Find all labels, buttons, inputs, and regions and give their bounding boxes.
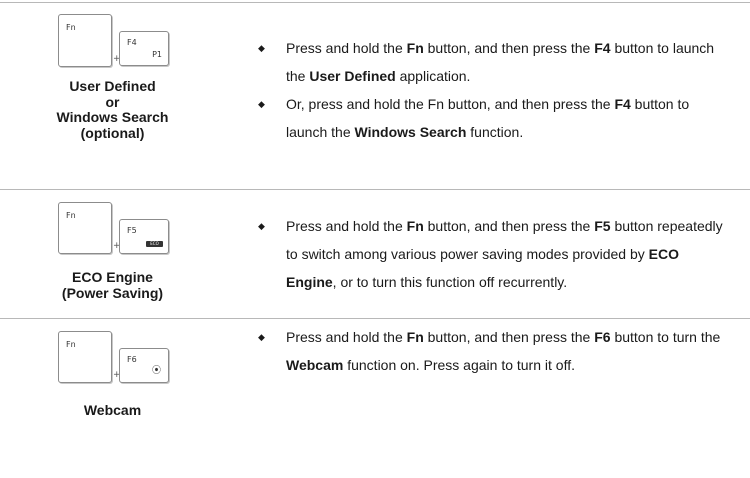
text-run: Or, press and hold the Fn button, and th… xyxy=(286,96,615,112)
eco-icon: ECO xyxy=(146,241,163,247)
f6-key-label: F6 xyxy=(127,355,137,364)
section-f5: Fn + F5 ECO ECO Engine (Power Saving) ◆ … xyxy=(0,202,750,314)
text-run: button, and then press the xyxy=(423,329,595,345)
bullet-item: ◆ Or, press and hold the Fn button, and … xyxy=(258,90,728,146)
caption-line: Windows Search xyxy=(56,109,169,125)
caption-f6: Webcam xyxy=(0,402,225,419)
bullet-text: Press and hold the Fn button, and then p… xyxy=(286,40,714,84)
section-divider xyxy=(0,318,750,319)
bold-text: Fn xyxy=(406,329,424,345)
text-run: button, and then press the xyxy=(423,218,595,234)
bullet-item: ◆ Press and hold the Fn button, and then… xyxy=(258,34,728,90)
bold-text: Windows Search xyxy=(354,124,467,140)
text-run: function on. Press again to turn it off. xyxy=(343,357,575,373)
section-divider xyxy=(0,189,750,190)
text-run: Press and hold the xyxy=(286,329,407,345)
section-f4: Fn + F4 P1 User Defined or Windows Searc… xyxy=(0,14,750,184)
caption-line: (optional) xyxy=(80,124,145,141)
fn-key: Fn xyxy=(58,331,112,383)
fn-key: Fn xyxy=(58,14,112,67)
bold-text: F4 xyxy=(594,40,611,56)
bullet-icon: ◆ xyxy=(258,332,265,342)
caption-line: (Power Saving) xyxy=(61,284,164,301)
caption-line: ECO Engine xyxy=(72,269,153,285)
caption-f4: User Defined or Windows Search (optional… xyxy=(0,78,225,141)
description-f5: ◆ Press and hold the Fn button, and then… xyxy=(258,212,728,296)
bold-text: Fn xyxy=(406,40,424,56)
f5-key: F5 ECO xyxy=(119,219,169,254)
f4-key-label: F4 xyxy=(127,38,137,47)
text-run: button to turn the xyxy=(610,329,721,345)
text-run: Press and hold the xyxy=(286,218,407,234)
bullet-icon: ◆ xyxy=(258,43,265,53)
bold-text: F5 xyxy=(594,218,611,234)
bold-text: F6 xyxy=(594,329,611,345)
f4-key-sublabel: P1 xyxy=(152,50,162,59)
text-run: Press and hold the xyxy=(286,40,407,56)
text-run: , or to turn this function off recurrent… xyxy=(332,274,568,290)
text-run: application. xyxy=(395,68,471,84)
bullet-icon: ◆ xyxy=(258,221,265,231)
fn-key-label: Fn xyxy=(66,211,76,220)
bold-text: Fn xyxy=(406,218,424,234)
caption-line: or xyxy=(105,93,120,110)
f4-key: F4 P1 xyxy=(119,31,169,66)
caption-f5: ECO Engine (Power Saving) xyxy=(0,269,225,301)
text-run: function. xyxy=(466,124,524,140)
section-f6: Fn + F6 ⦿ Webcam ◆ Press and hold the Fn… xyxy=(0,329,750,471)
description-f4: ◆ Press and hold the Fn button, and then… xyxy=(258,34,728,146)
bullet-text: Or, press and hold the Fn button, and th… xyxy=(286,96,689,140)
text-run: button, and then press the xyxy=(423,40,595,56)
bullet-icon: ◆ xyxy=(258,99,265,109)
description-f6: ◆ Press and hold the Fn button, and then… xyxy=(258,323,728,379)
bullet-text: Press and hold the Fn button, and then p… xyxy=(286,329,720,373)
fn-key-label: Fn xyxy=(66,23,76,32)
bold-text: Webcam xyxy=(286,357,344,373)
caption-line: User Defined xyxy=(69,78,156,94)
bullet-item: ◆ Press and hold the Fn button, and then… xyxy=(258,212,728,296)
f6-key: F6 ⦿ xyxy=(119,348,169,383)
section-divider xyxy=(0,2,750,3)
bold-text: F4 xyxy=(614,96,631,112)
caption-line: Webcam xyxy=(83,402,142,418)
bullet-text: Press and hold the Fn button, and then p… xyxy=(286,218,723,290)
webcam-icon: ⦿ xyxy=(151,366,161,376)
fn-key-label: Fn xyxy=(66,340,76,349)
f5-key-label: F5 xyxy=(127,226,137,235)
bold-text: User Defined xyxy=(309,68,396,84)
fn-key: Fn xyxy=(58,202,112,254)
bullet-item: ◆ Press and hold the Fn button, and then… xyxy=(258,323,728,379)
